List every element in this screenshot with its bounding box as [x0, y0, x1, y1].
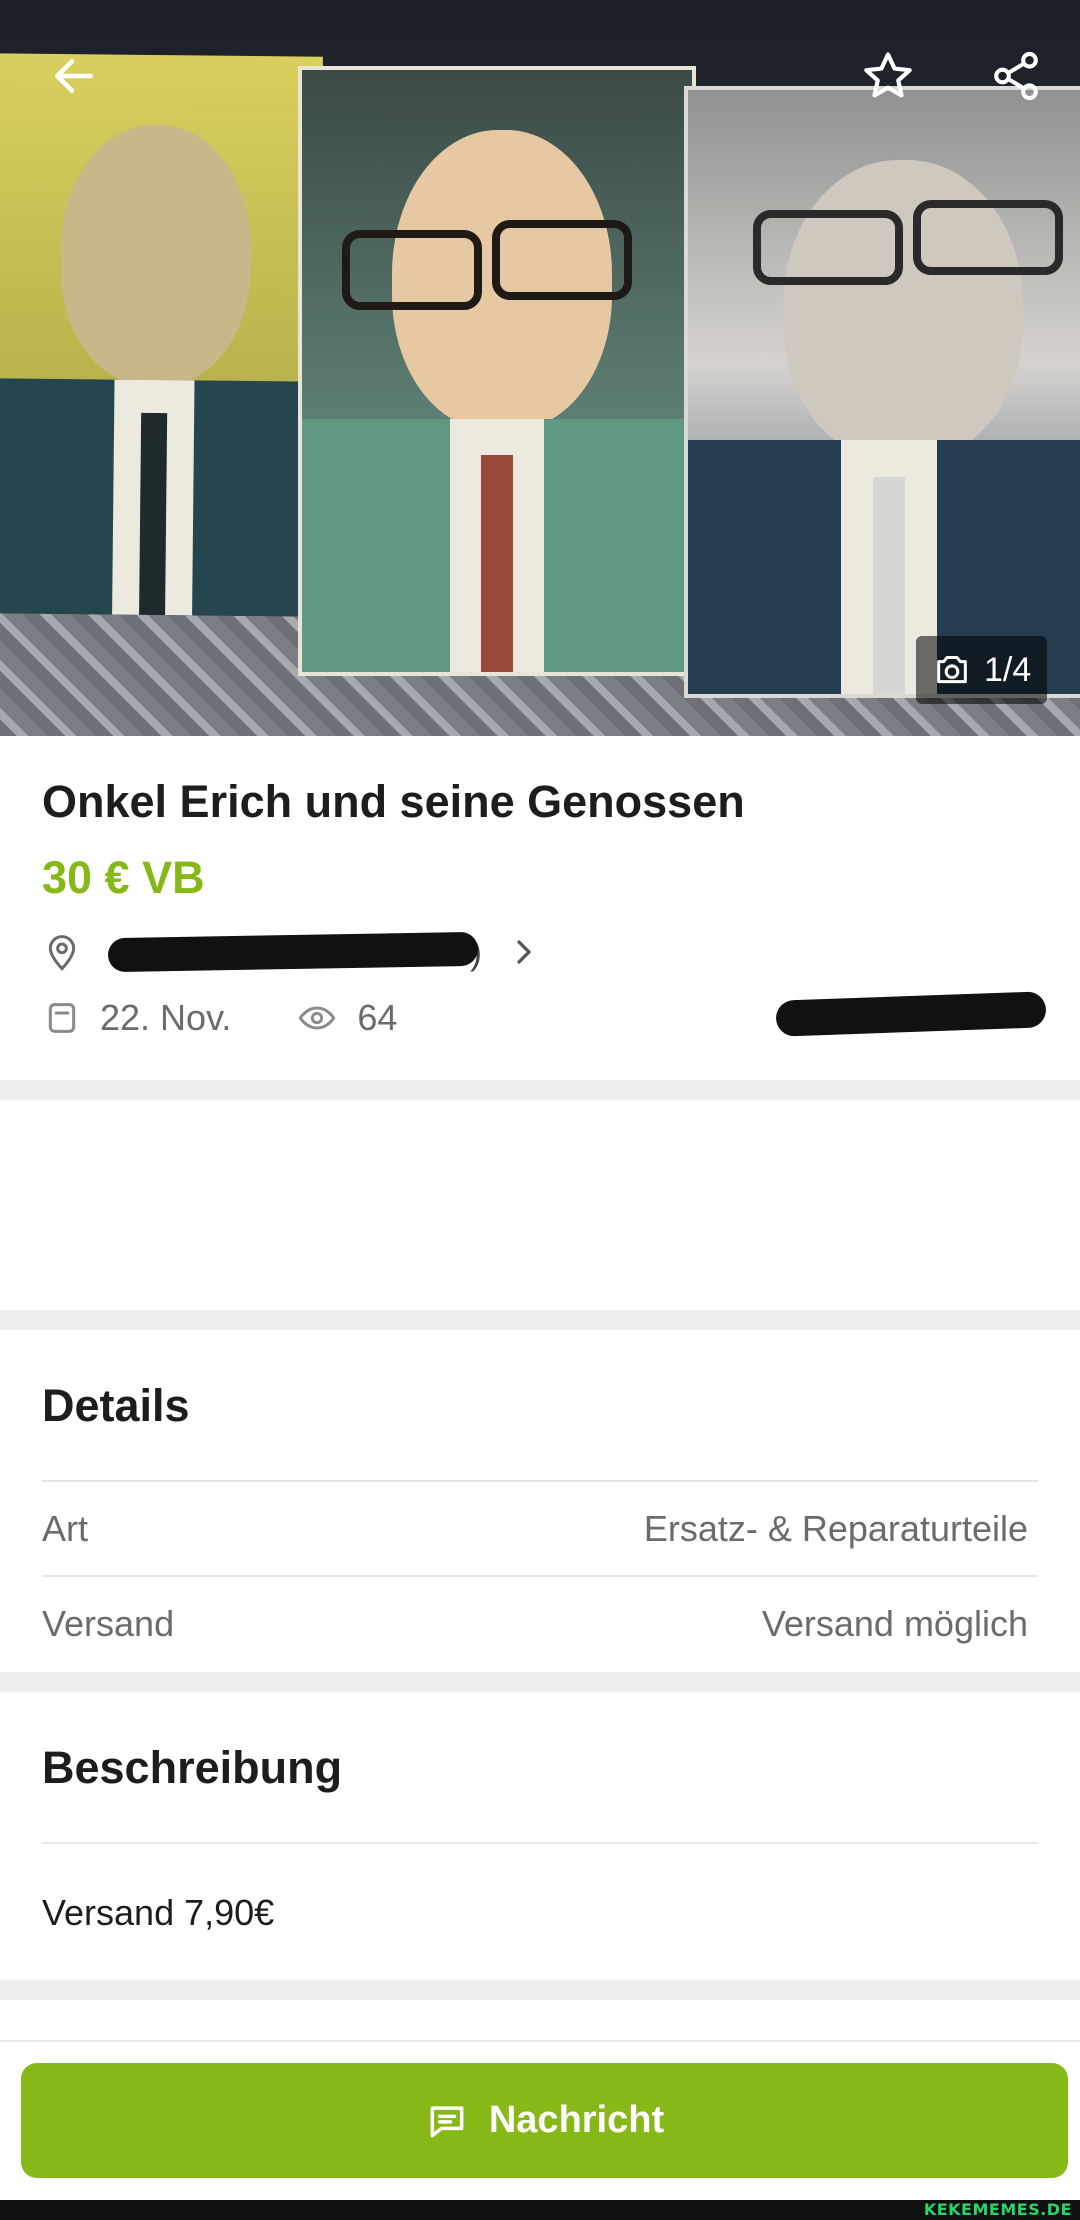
location-redaction [107, 931, 479, 973]
chevron-right-icon [517, 940, 531, 964]
section-separator [0, 1672, 1080, 1692]
section-separator [0, 1980, 1080, 2000]
detail-label: Versand [42, 1602, 175, 1644]
detail-row-versand: Versand Versand möglich [42, 1575, 1038, 1670]
portrait-right [684, 86, 1080, 698]
chat-message-icon [430, 2105, 464, 2137]
detail-value: Versand möglich [761, 1602, 1028, 1644]
ad-placeholder [0, 1100, 1080, 1310]
message-button-label: Nachricht [488, 2099, 665, 2141]
section-separator [0, 1310, 1080, 1330]
description-text: Versand 7,90€ [42, 1892, 275, 1933]
portrait-center [298, 66, 696, 676]
location-pin-icon [48, 935, 76, 971]
portrait-left [0, 53, 323, 617]
details-heading: Details [42, 1380, 190, 1431]
listing-photo[interactable]: 1/4 [0, 0, 1080, 736]
view-count: 64 [357, 997, 398, 1038]
back-button[interactable] [34, 36, 114, 116]
share-button[interactable] [976, 36, 1056, 116]
share-icon [994, 51, 1038, 101]
eye-icon [298, 1006, 336, 1030]
listing-title: Onkel Erich und seine Genossen [42, 776, 745, 827]
watermark: KEKEMEMES.DE [923, 2200, 1072, 2219]
meta-row: 22. Nov. 64 [42, 990, 397, 1046]
camera-icon [937, 656, 967, 684]
section-separator [0, 1080, 1080, 1100]
detail-value: Ersatz- & Reparaturteile [643, 1507, 1028, 1549]
description-divider [42, 1842, 1038, 1844]
image-counter-text: 1/4 [984, 650, 1032, 689]
arrow-left-icon [55, 59, 93, 93]
message-button[interactable]: Nachricht [21, 2063, 1068, 2178]
calendar-icon [48, 1003, 76, 1033]
description-heading: Beschreibung [42, 1742, 343, 1793]
star-outline-icon [864, 52, 912, 98]
favorite-button[interactable] [848, 36, 928, 116]
listing-price: 30 € VB [42, 852, 205, 903]
detail-label: Art [42, 1507, 89, 1549]
location-row[interactable]: ) [42, 924, 544, 980]
detail-row-art: Art Ersatz- & Reparaturteile [42, 1480, 1038, 1575]
listing-id-redaction [775, 991, 1047, 1037]
listing-date: 22. Nov. [100, 997, 232, 1038]
system-nav-strip [0, 2200, 1080, 2220]
image-counter: 1/4 [916, 636, 1048, 704]
